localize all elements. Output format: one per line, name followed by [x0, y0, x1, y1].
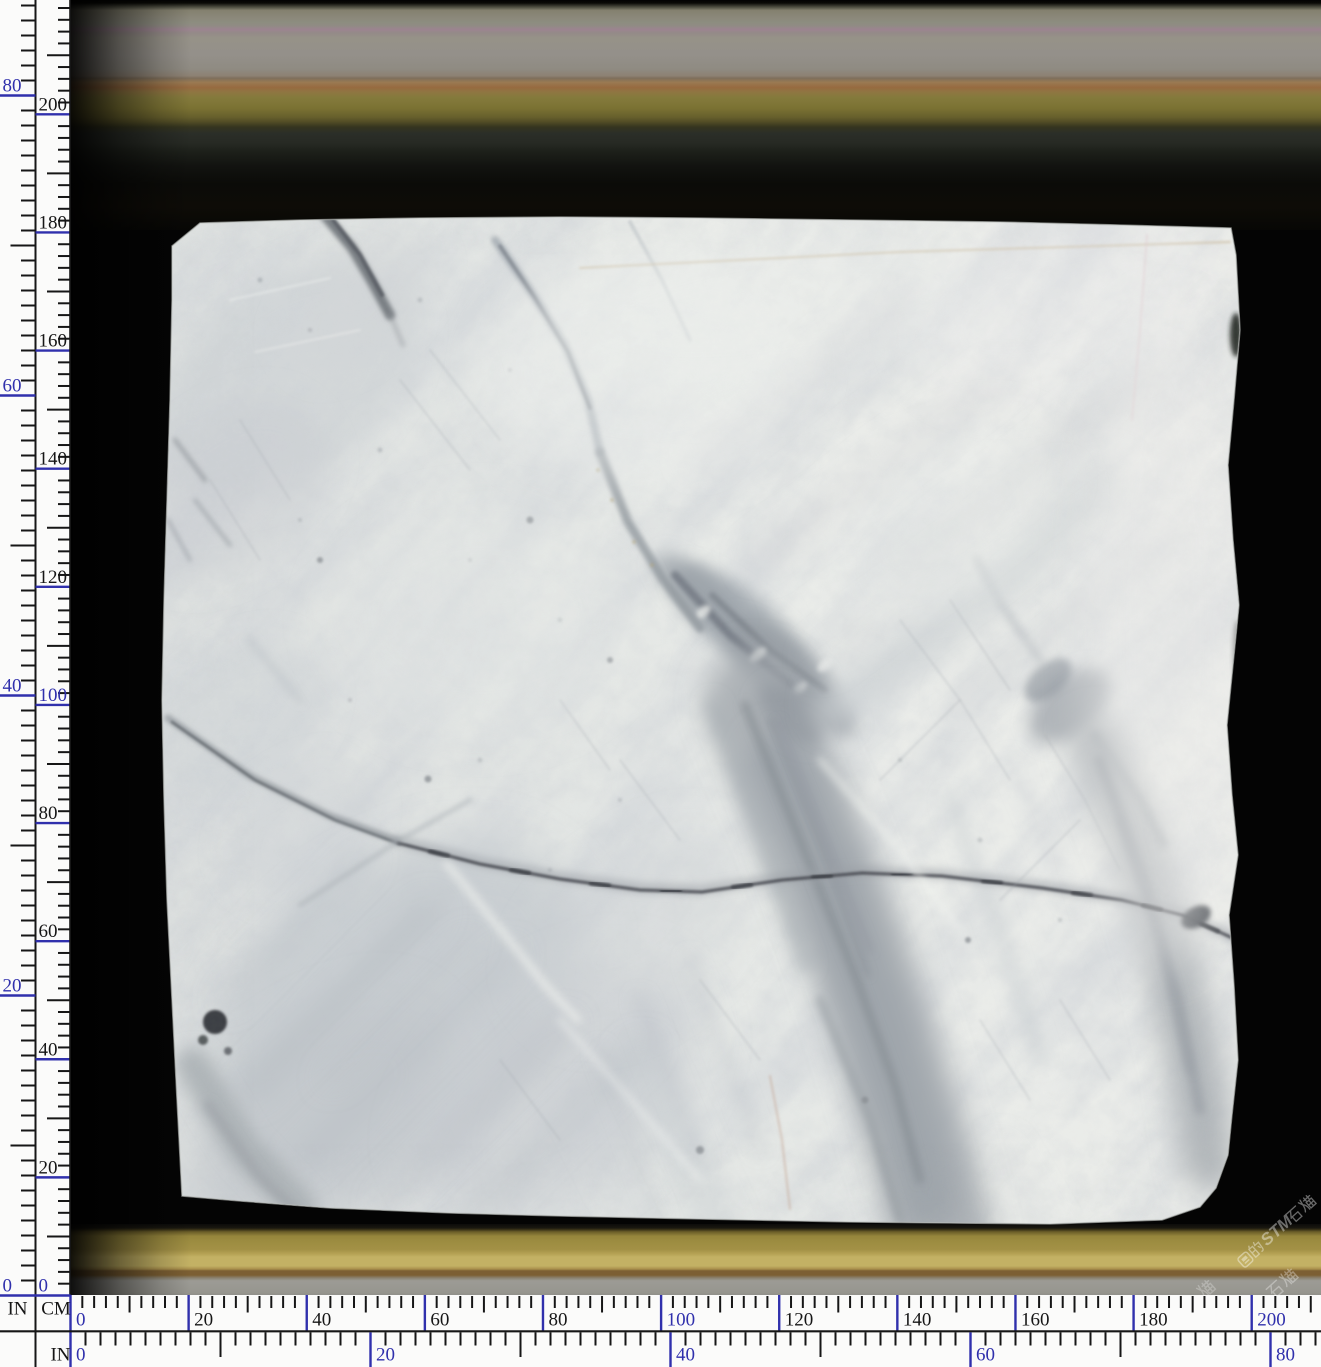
svg-text:80: 80	[548, 1310, 567, 1331]
svg-text:IN: IN	[7, 1299, 27, 1320]
svg-text:140: 140	[39, 449, 68, 470]
svg-text:160: 160	[39, 331, 68, 352]
svg-text:20: 20	[39, 1157, 58, 1178]
svg-text:80: 80	[39, 803, 58, 824]
svg-text:180: 180	[1139, 1310, 1168, 1331]
svg-text:120: 120	[39, 567, 68, 588]
svg-text:200: 200	[1257, 1310, 1286, 1331]
svg-text:160: 160	[1021, 1310, 1049, 1331]
svg-text:0: 0	[76, 1345, 86, 1366]
svg-text:180: 180	[39, 212, 68, 233]
svg-text:60: 60	[976, 1345, 995, 1366]
svg-text:40: 40	[3, 676, 22, 697]
svg-text:100: 100	[39, 685, 68, 706]
svg-text:20: 20	[194, 1310, 213, 1331]
svg-text:60: 60	[3, 376, 22, 397]
svg-text:80: 80	[1276, 1345, 1295, 1366]
svg-text:40: 40	[39, 1039, 58, 1060]
svg-text:20: 20	[376, 1345, 395, 1366]
svg-text:0: 0	[39, 1276, 49, 1297]
svg-text:IN: IN	[50, 1345, 70, 1366]
svg-text:40: 40	[676, 1345, 695, 1366]
svg-text:80: 80	[3, 76, 22, 97]
svg-text:40: 40	[312, 1310, 331, 1331]
svg-text:100: 100	[667, 1310, 696, 1331]
svg-text:CM: CM	[41, 1299, 71, 1320]
svg-text:200: 200	[39, 94, 68, 115]
svg-text:120: 120	[785, 1310, 814, 1331]
svg-text:60: 60	[430, 1310, 449, 1331]
svg-text:0: 0	[76, 1310, 86, 1331]
svg-text:0: 0	[3, 1276, 13, 1297]
svg-text:60: 60	[39, 921, 58, 942]
svg-text:140: 140	[903, 1310, 932, 1331]
svg-text:20: 20	[3, 976, 22, 997]
